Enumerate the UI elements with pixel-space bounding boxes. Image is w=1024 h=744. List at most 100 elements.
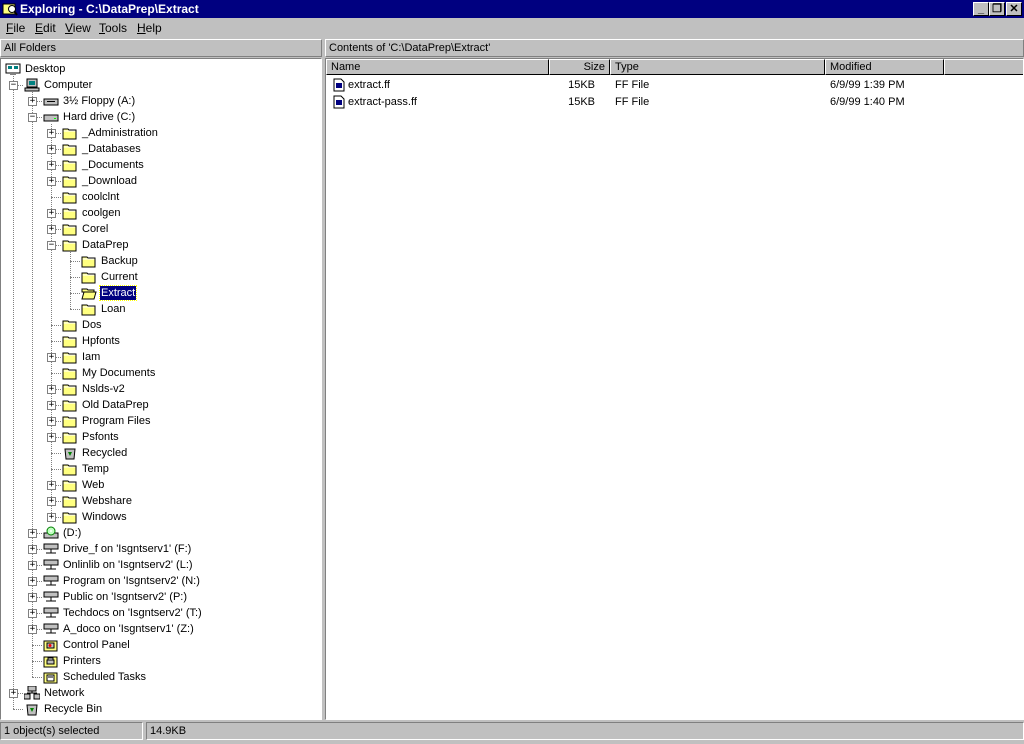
file-list[interactable]: Name Size Type Modified extract.ff 15KB FF…: [325, 58, 1024, 720]
tree-item[interactable]: + Program on 'Isgntserv2' (N:): [1, 573, 321, 589]
tree-item[interactable]: + Webshare: [1, 493, 321, 509]
expand-icon[interactable]: +: [9, 689, 18, 698]
minimize-button[interactable]: _: [973, 2, 989, 16]
tree-item[interactable]: + Techdocs on 'Isgntserv2' (T:): [1, 605, 321, 621]
menu-tools[interactable]: Tools: [99, 21, 127, 35]
tree-item[interactable]: + Onlinlib on 'Isgntserv2' (L:): [1, 557, 321, 573]
expand-icon[interactable]: +: [47, 177, 56, 186]
tree-item[interactable]: Desktop: [1, 61, 321, 77]
tree-connector: [70, 309, 80, 310]
tree-item[interactable]: Recycle Bin: [1, 701, 321, 717]
tree-item[interactable]: + Public on 'Isgntserv2' (P:): [1, 589, 321, 605]
tree-item[interactable]: + Drive_f on 'Isgntserv1' (F:): [1, 541, 321, 557]
folder-icon: [62, 350, 78, 364]
network-drive-icon: [43, 606, 59, 620]
status-size: 14.9KB: [146, 722, 1024, 740]
tree-item[interactable]: Dos: [1, 317, 321, 333]
tree-item[interactable]: + Web: [1, 477, 321, 493]
expand-icon[interactable]: +: [47, 353, 56, 362]
expand-icon[interactable]: +: [47, 385, 56, 394]
expand-icon[interactable]: +: [47, 225, 56, 234]
network-drive-icon: [43, 574, 59, 588]
restore-icon: ❐: [992, 3, 1002, 15]
expand-icon[interactable]: +: [28, 577, 37, 586]
tree-item[interactable]: + Psfonts: [1, 429, 321, 445]
tree-item[interactable]: Hpfonts: [1, 333, 321, 349]
tree-item[interactable]: + A_doco on 'Isgntserv1' (Z:): [1, 621, 321, 637]
column-header-size[interactable]: Size: [549, 59, 610, 75]
tree-item[interactable]: + coolgen: [1, 205, 321, 221]
tree-item[interactable]: +3½ Floppy (A:): [1, 93, 321, 109]
tree-item[interactable]: + Network: [1, 685, 321, 701]
close-button[interactable]: ✕: [1006, 2, 1022, 16]
folder-icon: [62, 462, 78, 476]
tree-item[interactable]: Scheduled Tasks: [1, 669, 321, 685]
menu-view[interactable]: View: [65, 21, 91, 35]
folder-icon: [62, 238, 78, 252]
title-bar[interactable]: Exploring - C:\DataPrep\Extract _ ❐ ✕: [0, 0, 1024, 18]
tree-item[interactable]: + (D:): [1, 525, 321, 541]
tree-item[interactable]: Recycled: [1, 445, 321, 461]
tree-item[interactable]: coolclnt: [1, 189, 321, 205]
expand-icon[interactable]: +: [47, 497, 56, 506]
tree-item[interactable]: Current: [1, 269, 321, 285]
tree-item-label: A_doco on 'Isgntserv1' (Z:): [63, 623, 194, 635]
expand-icon[interactable]: +: [28, 97, 37, 106]
expand-icon[interactable]: +: [28, 545, 37, 554]
tree-item[interactable]: Temp: [1, 461, 321, 477]
menu-help[interactable]: Help: [137, 21, 162, 35]
network-drive-icon: [43, 590, 59, 604]
cd-drive-icon: [43, 526, 59, 540]
tree-item-label: Recycled: [82, 447, 128, 459]
collapse-icon[interactable]: −: [47, 241, 56, 250]
tree-item[interactable]: + _Administration: [1, 125, 321, 141]
tree-item[interactable]: + _Download: [1, 173, 321, 189]
expand-icon[interactable]: +: [28, 561, 37, 570]
expand-icon[interactable]: +: [47, 161, 56, 170]
file-type: FF File: [615, 79, 650, 91]
expand-icon[interactable]: +: [47, 481, 56, 490]
folder-tree[interactable]: Desktop − Computer +3½ Floppy (A:) − Hard dri…: [0, 58, 322, 720]
tree-connector: [70, 261, 80, 262]
collapse-icon[interactable]: −: [9, 81, 18, 90]
expand-icon[interactable]: +: [47, 433, 56, 442]
tree-item[interactable]: + Nslds-v2: [1, 381, 321, 397]
expand-icon[interactable]: +: [28, 609, 37, 618]
tree-item[interactable]: + _Databases: [1, 141, 321, 157]
tree-item[interactable]: + Iam: [1, 349, 321, 365]
expand-icon[interactable]: +: [47, 513, 56, 522]
tree-item[interactable]: + Windows: [1, 509, 321, 525]
tree-item[interactable]: + Old DataPrep: [1, 397, 321, 413]
expand-icon[interactable]: +: [47, 209, 56, 218]
column-header-type[interactable]: Type: [610, 59, 825, 75]
menu-file[interactable]: File: [6, 21, 25, 35]
file-row[interactable]: extract-pass.ff 15KB FF File 6/9/99 1:40 PM: [326, 94, 1016, 110]
expand-icon[interactable]: +: [28, 529, 37, 538]
column-header-modified[interactable]: Modified: [825, 59, 944, 75]
tree-item[interactable]: − Computer: [1, 77, 321, 93]
expand-icon[interactable]: +: [47, 145, 56, 154]
expand-icon[interactable]: +: [47, 401, 56, 410]
tree-item[interactable]: Loan: [1, 301, 321, 317]
tree-item[interactable]: − Hard drive (C:): [1, 109, 321, 125]
file-size: 15KB: [568, 79, 595, 91]
tree-item[interactable]: Backup: [1, 253, 321, 269]
restore-button[interactable]: ❐: [989, 2, 1005, 16]
tree-item[interactable]: + _Documents: [1, 157, 321, 173]
column-header-name[interactable]: Name: [326, 59, 549, 75]
tree-item[interactable]: Printers: [1, 653, 321, 669]
expand-icon[interactable]: +: [28, 625, 37, 634]
expand-icon[interactable]: +: [47, 129, 56, 138]
expand-icon[interactable]: +: [28, 593, 37, 602]
tree-item[interactable]: My Documents: [1, 365, 321, 381]
collapse-icon[interactable]: −: [28, 113, 37, 122]
tree-item[interactable]: Extract: [1, 285, 321, 301]
menu-edit[interactable]: Edit: [35, 21, 56, 35]
expand-icon[interactable]: +: [47, 417, 56, 426]
network-icon: [23, 685, 41, 700]
tree-item[interactable]: − DataPrep: [1, 237, 321, 253]
tree-item[interactable]: + Program Files: [1, 413, 321, 429]
file-row[interactable]: extract.ff 15KB FF File 6/9/99 1:39 PM: [326, 77, 1016, 93]
tree-item[interactable]: + Corel: [1, 221, 321, 237]
tree-item[interactable]: Control Panel: [1, 637, 321, 653]
